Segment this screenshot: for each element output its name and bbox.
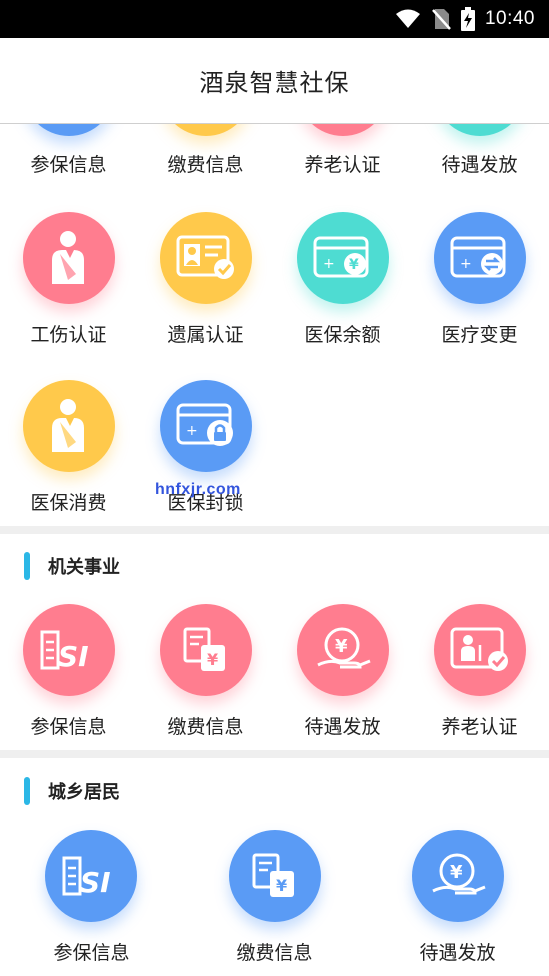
injured-person-icon xyxy=(23,212,115,304)
grid-item-label: 参保信息 xyxy=(53,942,130,964)
grid-item-label: 养老认证 xyxy=(304,154,381,176)
grid-item-inst-enrollment[interactable]: SI 参保信息 xyxy=(0,604,137,744)
payment-document-icon: ¥ xyxy=(229,830,321,922)
circle-icon xyxy=(23,124,115,136)
svg-text:¥: ¥ xyxy=(450,862,463,883)
grid-item-top-1[interactable]: 参保信息 xyxy=(0,124,137,188)
grid-item-label: 医疗变更 xyxy=(441,324,518,346)
grid-item-work-injury[interactable]: 工伤认证 xyxy=(0,212,137,352)
grid-item-label: 工伤认证 xyxy=(30,324,107,346)
section-accent-bar xyxy=(24,552,30,580)
status-time: 10:40 xyxy=(484,8,535,29)
grid-item-top-3[interactable]: 养老认证 xyxy=(274,124,411,188)
svg-text:¥: ¥ xyxy=(335,636,348,657)
section-divider xyxy=(0,526,549,534)
grid-item-label: 待遇发放 xyxy=(419,942,496,964)
grid-item-label: 参保信息 xyxy=(30,154,107,176)
circle-icon xyxy=(160,124,252,136)
section-divider xyxy=(0,750,549,758)
grid-item-label: 养老认证 xyxy=(441,716,518,738)
status-bar: 10:40 xyxy=(0,0,549,38)
grid-item-inst-benefits[interactable]: ¥ 待遇发放 xyxy=(274,604,411,744)
section-header-residents: 城乡居民 xyxy=(0,769,549,813)
svg-text:¥: ¥ xyxy=(349,257,359,273)
grid-item-label: 待遇发放 xyxy=(441,154,518,176)
grid-item-label: 参保信息 xyxy=(30,716,107,738)
grid-item-label: 医保余额 xyxy=(304,324,381,346)
section-title: 机关事业 xyxy=(48,557,120,578)
app-header: 酒泉智慧社保 xyxy=(0,38,549,124)
watermark-text: hnfxjr.com xyxy=(155,481,241,498)
elder-card-check-icon xyxy=(434,604,526,696)
grid-item-survivor-auth[interactable]: 遗属认证 xyxy=(137,212,274,352)
svg-text:+: + xyxy=(186,423,198,439)
hand-yuan-icon: ¥ xyxy=(412,830,504,922)
page-title: 酒泉智慧社保 xyxy=(199,69,350,97)
svg-text:¥: ¥ xyxy=(276,876,287,895)
hand-yuan-icon: ¥ xyxy=(297,604,389,696)
grid-item-insurance-balance[interactable]: + ¥ 医保余额 xyxy=(274,212,411,352)
card-exchange-icon: + xyxy=(434,212,526,304)
payment-document-icon: ¥ xyxy=(160,604,252,696)
grid-item-label: 遗属认证 xyxy=(167,324,244,346)
grid-item-insurance-lock[interactable]: + 医保封锁 xyxy=(137,380,274,520)
grid-item-label: 缴费信息 xyxy=(236,942,313,964)
grid-item-label: 医保消费 xyxy=(30,492,107,514)
si-document-icon: SI xyxy=(45,830,137,922)
grid-item-insurance-spending[interactable]: 医保消费 xyxy=(0,380,137,520)
grid-item-top-4[interactable]: 待遇发放 xyxy=(411,124,548,188)
card-lock-icon: + xyxy=(160,380,252,472)
grid-item-inst-payment[interactable]: ¥ 缴费信息 xyxy=(137,604,274,744)
grid-item-medical-change[interactable]: + 医疗变更 xyxy=(411,212,548,352)
grid-item-inst-pension-auth[interactable]: 养老认证 xyxy=(411,604,548,744)
svg-text:¥: ¥ xyxy=(207,650,218,669)
svg-text:SI: SI xyxy=(80,866,111,898)
main-content[interactable]: 参保信息 缴费信息 养老认证 待遇发放 工伤认证 遗属认证 + ¥ 医保余额 +… xyxy=(0,124,549,976)
section-accent-bar xyxy=(24,777,30,805)
wifi-icon xyxy=(395,9,420,28)
section-header-institution: 机关事业 xyxy=(0,544,549,588)
grid-item-label: 缴费信息 xyxy=(167,154,244,176)
grid-item-top-2[interactable]: 缴费信息 xyxy=(137,124,274,188)
svg-text:+: + xyxy=(323,256,335,272)
circle-icon xyxy=(434,124,526,136)
injured-person-icon xyxy=(23,380,115,472)
svg-text:+: + xyxy=(460,256,472,272)
section-title: 城乡居民 xyxy=(48,782,120,803)
no-sim-icon xyxy=(432,9,451,30)
grid-item-res-payment[interactable]: ¥ 缴费信息 xyxy=(183,830,366,976)
card-yuan-icon: + ¥ xyxy=(297,212,389,304)
si-document-icon: SI xyxy=(23,604,115,696)
circle-icon xyxy=(297,124,389,136)
grid-item-res-enrollment[interactable]: SI 参保信息 xyxy=(0,830,183,976)
id-card-check-icon xyxy=(160,212,252,304)
grid-item-label: 缴费信息 xyxy=(167,716,244,738)
grid-item-label: 待遇发放 xyxy=(304,716,381,738)
grid-item-res-benefits[interactable]: ¥ 待遇发放 xyxy=(366,830,549,976)
svg-text:SI: SI xyxy=(58,640,89,672)
battery-charging-icon xyxy=(460,7,475,31)
